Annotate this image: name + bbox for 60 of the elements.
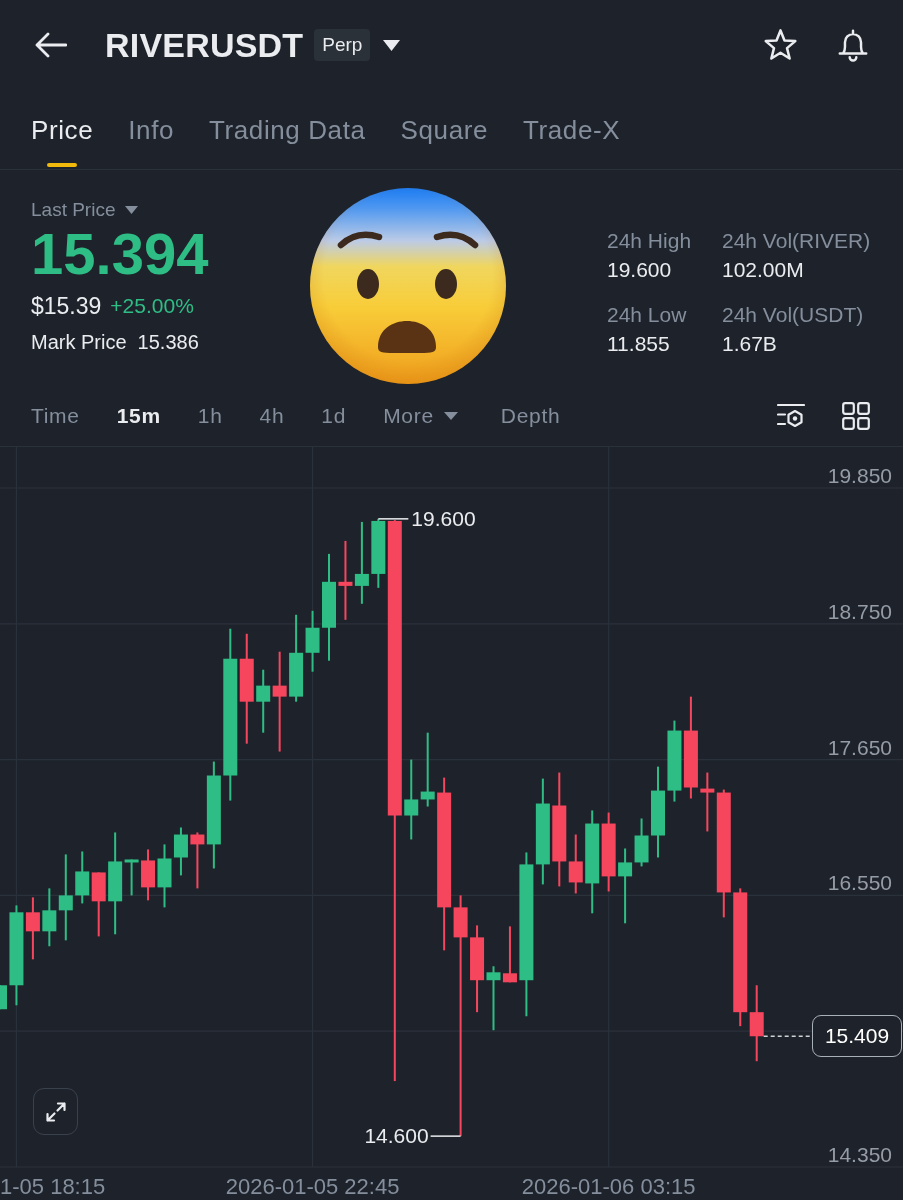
mark-price-value: 15.386	[137, 330, 199, 355]
price-axis-label: 14.350	[827, 1143, 892, 1167]
tab[interactable]: Trade-X	[523, 90, 621, 169]
candle	[141, 849, 156, 901]
contract-badge: Perp	[314, 29, 371, 61]
tab[interactable]: Price	[31, 90, 94, 169]
stat-value: 1.67B	[722, 331, 777, 357]
leader-line	[429, 1135, 462, 1137]
chart-tab[interactable]: Depth	[500, 402, 561, 429]
chart-tab[interactable]: 15m	[116, 402, 161, 429]
candle	[91, 872, 106, 937]
symbol-title: RIVERUSDT	[105, 25, 304, 65]
candle	[173, 827, 188, 876]
dropdown-button[interactable]: More	[383, 402, 458, 429]
tab[interactable]: Square	[400, 90, 489, 169]
star-icon[interactable]	[763, 28, 798, 62]
usd-price: $15.39	[31, 292, 102, 320]
chart-tab[interactable]: 1d	[321, 402, 347, 429]
time-axis-label: 1-05 18:15	[0, 1174, 106, 1200]
price-axis-label: 16.550	[827, 871, 892, 896]
candle	[502, 926, 517, 983]
price-change: +25.00%	[110, 293, 194, 319]
stat-label: 24h Vol(RIVER)	[722, 228, 871, 254]
left-arrow-icon[interactable]	[35, 32, 67, 58]
stat-label: 24h Vol(USDT)	[722, 302, 864, 328]
tab[interactable]: Info	[128, 90, 175, 169]
stat-value: 102.00M	[722, 257, 804, 283]
chart-tab[interactable]: Time	[31, 402, 80, 429]
candle	[75, 851, 90, 904]
stat-label: 24h Low	[607, 302, 687, 328]
time-axis-label: 2026-01-06 03:15	[521, 1174, 696, 1200]
leader-line	[377, 518, 410, 520]
last-price-value: 15.394	[31, 224, 209, 284]
price-axis-label: 17.650	[827, 735, 892, 760]
dashed-price-line	[762, 1035, 813, 1037]
diagonal-arrows-icon	[43, 1099, 68, 1124]
candle	[305, 610, 320, 672]
candle	[486, 966, 501, 1031]
lines-hexagon-icon[interactable]	[777, 402, 805, 429]
fullscreen-button[interactable]	[33, 1088, 78, 1135]
grid-icon[interactable]	[842, 401, 870, 430]
price-axis-label: 18.750	[827, 599, 892, 624]
candle	[157, 844, 172, 908]
last-price-selector[interactable]: Last Price	[31, 198, 139, 222]
tab[interactable]: Trading Data	[209, 90, 366, 169]
stat-value: 19.600	[607, 257, 672, 283]
stat-label: 24h High	[607, 228, 692, 254]
last-price-tag: 15.409	[812, 1015, 902, 1058]
bell-icon[interactable]	[836, 27, 870, 63]
stat-value: 11.855	[607, 331, 670, 357]
low-price-label: 14.600	[364, 1124, 429, 1149]
caret-icon[interactable]	[383, 39, 401, 51]
chart-tab[interactable]: 1h	[197, 402, 223, 429]
chart-tab[interactable]: 4h	[259, 402, 285, 429]
candle	[0, 985, 7, 1010]
high-price-label: 19.600	[411, 506, 476, 531]
time-axis-label: 2026-01-05 22:45	[225, 1174, 400, 1200]
price-axis-label: 19.850	[827, 464, 892, 488]
mark-price-label: Mark Price	[31, 330, 127, 355]
fearful-face-icon	[309, 187, 507, 385]
